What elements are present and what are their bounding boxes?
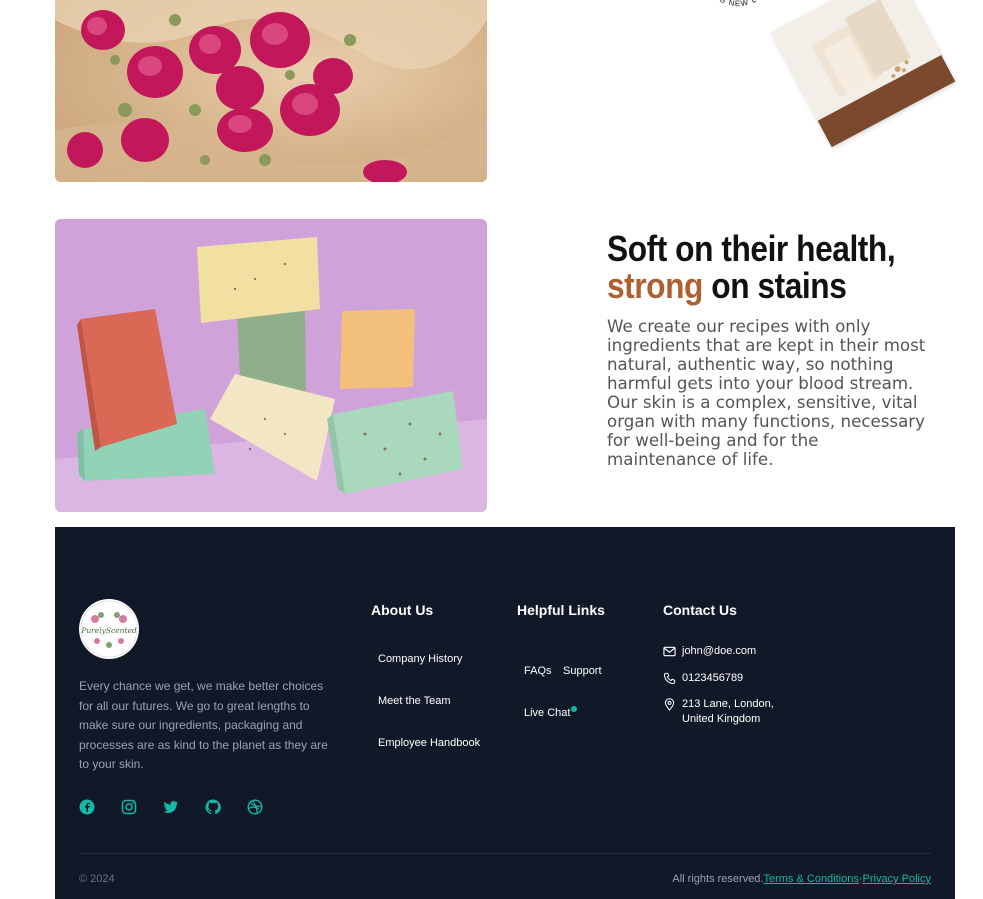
page: LOOKING NEW LO [0, 0, 983, 899]
copyright-text: © 2024 [79, 873, 115, 885]
location-pin-icon [663, 698, 676, 711]
company-history-link[interactable]: Company History [378, 653, 462, 665]
hero-body: We create our recipes with only ingredie… [607, 317, 926, 470]
employee-handbook-link[interactable]: Employee Handbook [378, 737, 480, 749]
phone-icon [663, 672, 676, 685]
contact-phone[interactable]: 0123456789 [663, 671, 782, 686]
contact-email-text: john@doe.com [682, 645, 757, 657]
footer: PurelyScented Every chance we get, we ma… [55, 527, 955, 899]
contact-address-text: 213 Lane, London, United Kingdom [682, 698, 774, 725]
instagram-icon[interactable] [121, 799, 137, 815]
footer-divider [79, 853, 931, 854]
footer-about-text: Every chance we get, we make better choi… [79, 679, 328, 771]
about-us-heading: About Us [371, 602, 434, 618]
privacy-policy-link[interactable]: Privacy Policy [863, 873, 931, 885]
soap-bars-photo [770, 0, 956, 148]
github-icon[interactable] [205, 799, 221, 815]
contact-phone-text: 0123456789 [682, 672, 744, 684]
rights-text: All rights reserved. [672, 873, 764, 885]
facebook-icon[interactable] [79, 799, 95, 815]
social-links [79, 799, 263, 815]
contact-address: 213 Lane, London, United Kingdom [663, 697, 782, 727]
brand-logo[interactable]: PurelyScented [79, 599, 139, 659]
svg-text:PurelyScented: PurelyScented [80, 626, 137, 635]
terms-link[interactable]: Terms & Conditions [763, 873, 858, 885]
hero-headline: Soft on their health, strong on stains [607, 230, 906, 304]
svg-text:LOOKING NEW LO: LOOKING NEW LO [700, 0, 765, 8]
headline-part-1: Soft on their health, [607, 228, 896, 269]
stamp-text: LOOKING NEW LO [700, 0, 764, 8]
meet-the-team-link[interactable]: Meet the Team [378, 695, 451, 707]
colorful-soaps-image [55, 219, 487, 512]
legal-links: All rights reserved.Terms & Conditions·P… [672, 873, 931, 885]
support-link[interactable]: Support [563, 665, 602, 677]
faqs-link[interactable]: FAQs [524, 665, 552, 677]
mail-icon [663, 645, 676, 658]
helpful-links-heading: Helpful Links [517, 602, 605, 618]
headline-part-2: on stains [702, 265, 847, 306]
headline-accent: strong [607, 265, 703, 306]
dribbble-icon[interactable] [247, 799, 263, 815]
circular-stamp: LOOKING NEW LO [692, 0, 782, 30]
contact-email[interactable]: john@doe.com [663, 644, 782, 659]
live-chat-status-dot [571, 706, 577, 712]
twitter-icon[interactable] [163, 799, 179, 815]
live-chat-link[interactable]: Live Chat [524, 707, 570, 719]
contact-us-heading: Contact Us [663, 602, 737, 618]
rose-buds-image [55, 0, 487, 182]
